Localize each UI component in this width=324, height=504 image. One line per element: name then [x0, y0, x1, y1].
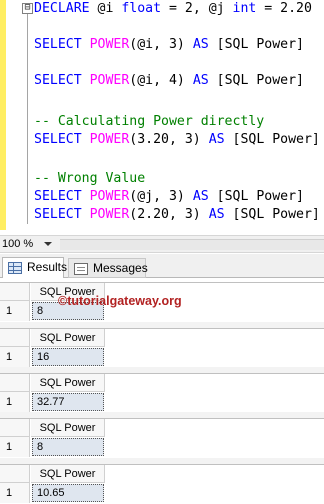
code-token: AS	[192, 37, 209, 52]
code-line[interactable]: DECLARE @i float = 2, @j int = 2.20	[34, 0, 312, 18]
change-tracking-bar	[0, 0, 6, 230]
result-grid[interactable]: SQL Power 1 16	[0, 322, 324, 368]
tab-results-label: Results	[27, 260, 68, 274]
code-token: AS	[192, 73, 209, 88]
code-token: [SQL Power]	[208, 189, 304, 204]
select-all-corner[interactable]	[0, 419, 30, 437]
code-token: POWER	[89, 37, 130, 52]
column-header[interactable]: SQL Power	[31, 374, 105, 392]
select-all-corner[interactable]	[0, 374, 30, 392]
code-token: int	[232, 1, 257, 16]
code-line[interactable]: SELECT POWER(@i, 4) AS [SQL Power]	[34, 72, 304, 90]
zoom-bar: 100 %	[0, 236, 324, 253]
code-line[interactable]: SELECT POWER(3.20, 3) AS [SQL Power]	[34, 131, 320, 149]
select-all-corner[interactable]	[0, 465, 30, 483]
code-token: SELECT	[34, 189, 90, 204]
code-token: (@i, 3)	[129, 37, 193, 52]
tab-messages-label: Messages	[93, 261, 148, 275]
code-token: SELECT	[34, 132, 90, 147]
result-cell[interactable]: 16	[32, 348, 104, 366]
result-grid[interactable]: SQL Power 1 32.77	[0, 367, 324, 413]
code-token: SELECT	[34, 207, 90, 222]
result-cell[interactable]: 32.77	[32, 393, 104, 411]
select-all-corner[interactable]	[0, 283, 30, 301]
chevron-down-icon[interactable]	[44, 242, 52, 246]
query-editor[interactable]: ⊟ DECLARE @i float = 2, @j int = 2.20 SE…	[0, 0, 324, 236]
results-pane: SQL Power 1 8 SQL Power 1 16 SQL Power 1…	[0, 278, 324, 504]
row-number[interactable]: 1	[0, 392, 30, 412]
column-header[interactable]: SQL Power	[31, 329, 105, 347]
code-token: POWER	[89, 73, 130, 88]
code-token: (@j, 3)	[129, 189, 193, 204]
code-token: AS	[208, 132, 225, 147]
row-number[interactable]: 1	[0, 483, 30, 503]
code-token: (2.20, 3)	[129, 207, 209, 222]
code-token: SELECT	[34, 73, 90, 88]
code-token: @i	[97, 1, 122, 16]
grid-icon	[8, 262, 22, 274]
result-grid[interactable]: SQL Power 1 10.65	[0, 458, 324, 504]
result-cell[interactable]: 10.65	[32, 484, 104, 502]
code-token: (@i, 4)	[129, 73, 193, 88]
select-all-corner[interactable]	[0, 329, 30, 347]
messages-icon	[74, 263, 88, 275]
row-number[interactable]: 1	[0, 301, 30, 321]
result-cell[interactable]: 8	[32, 438, 104, 456]
code-comment-line[interactable]: -- Calculating Power directly	[34, 113, 264, 131]
code-comment-line[interactable]: -- Wrong Value	[34, 170, 145, 188]
results-tab-strip: Results Messages	[0, 254, 324, 279]
collapse-icon[interactable]: ⊟	[22, 3, 33, 14]
outline-line	[27, 14, 28, 224]
code-token: float	[121, 1, 162, 16]
code-token: DECLARE	[34, 1, 98, 16]
code-token: POWER	[89, 132, 130, 147]
code-token: AS	[192, 189, 209, 204]
code-token: -- Calculating Power directly	[34, 114, 265, 129]
horizontal-scrollbar[interactable]	[60, 239, 324, 250]
result-grid[interactable]: SQL Power 1 8	[0, 412, 324, 458]
code-token: [SQL Power]	[208, 73, 304, 88]
zoom-level[interactable]: 100 %	[2, 236, 33, 252]
code-token: [SQL Power]	[208, 37, 304, 52]
tab-results[interactable]: Results	[2, 257, 68, 279]
code-token: POWER	[89, 207, 130, 222]
code-token: [SQL Power]	[224, 132, 320, 147]
code-token: -- Wrong Value	[34, 171, 146, 186]
watermark: ©tutorialgateway.org	[58, 294, 182, 308]
code-token: = 2, @j	[161, 1, 233, 16]
code-token: = 2.20	[256, 1, 312, 16]
tab-messages[interactable]: Messages	[68, 258, 148, 278]
row-number[interactable]: 1	[0, 437, 30, 457]
code-line[interactable]: SELECT POWER(@i, 3) AS [SQL Power]	[34, 36, 304, 54]
code-token: SELECT	[34, 37, 90, 52]
column-header[interactable]: SQL Power	[31, 419, 105, 437]
column-header[interactable]: SQL Power	[31, 465, 105, 483]
code-line[interactable]: SELECT POWER(@j, 3) AS [SQL Power]	[34, 188, 304, 206]
row-number[interactable]: 1	[0, 347, 30, 367]
code-token: AS	[208, 207, 225, 222]
code-token: POWER	[89, 189, 130, 204]
code-line[interactable]: SELECT POWER(2.20, 3) AS [SQL Power]	[34, 206, 320, 224]
code-token: [SQL Power]	[224, 207, 320, 222]
code-token: (3.20, 3)	[129, 132, 209, 147]
